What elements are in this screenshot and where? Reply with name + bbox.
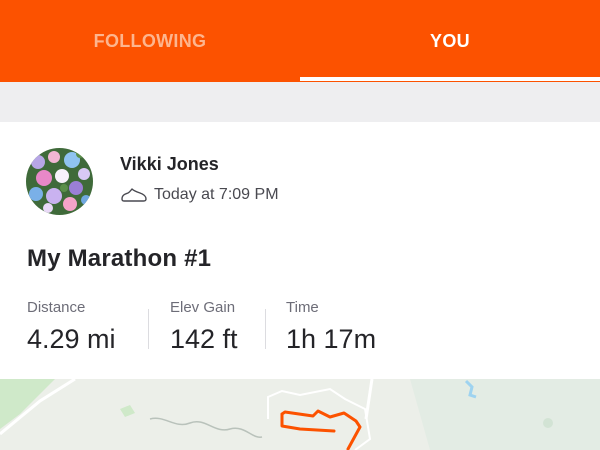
top-tab-bar: FOLLOWING YOU bbox=[0, 0, 600, 82]
feed-spacer bbox=[0, 82, 600, 122]
stat-divider bbox=[148, 309, 149, 349]
stat-elev-gain-value: 142 ft bbox=[170, 324, 238, 354]
activity-map[interactable] bbox=[0, 379, 600, 450]
stat-distance-label: Distance bbox=[27, 299, 86, 316]
map-feature bbox=[543, 418, 553, 428]
shoe-icon bbox=[120, 186, 148, 204]
avatar[interactable] bbox=[26, 148, 93, 215]
activity-timestamp: Today at 7:09 PM bbox=[154, 186, 279, 203]
stat-elev-gain-label: Elev Gain bbox=[170, 299, 236, 316]
athlete-name[interactable]: Vikki Jones bbox=[120, 154, 219, 175]
stat-distance-value: 4.29 mi bbox=[27, 324, 116, 354]
map-park-area bbox=[410, 379, 600, 450]
stat-divider bbox=[265, 309, 266, 349]
stat-time: Time 1h 17m bbox=[286, 299, 376, 355]
active-tab-indicator bbox=[300, 77, 600, 81]
activity-card[interactable]: Vikki Jones Today at 7:09 PM My Marathon… bbox=[0, 122, 600, 379]
stat-elev-gain: Elev Gain 142 ft bbox=[170, 299, 238, 355]
stat-distance: Distance 4.29 mi bbox=[27, 299, 116, 355]
stat-time-label: Time bbox=[286, 299, 319, 316]
tab-following[interactable]: FOLLOWING bbox=[0, 0, 300, 82]
activity-meta: Today at 7:09 PM bbox=[120, 186, 279, 204]
stat-time-value: 1h 17m bbox=[286, 324, 377, 354]
activity-title[interactable]: My Marathon #1 bbox=[27, 245, 211, 273]
tab-you[interactable]: YOU bbox=[300, 0, 600, 82]
